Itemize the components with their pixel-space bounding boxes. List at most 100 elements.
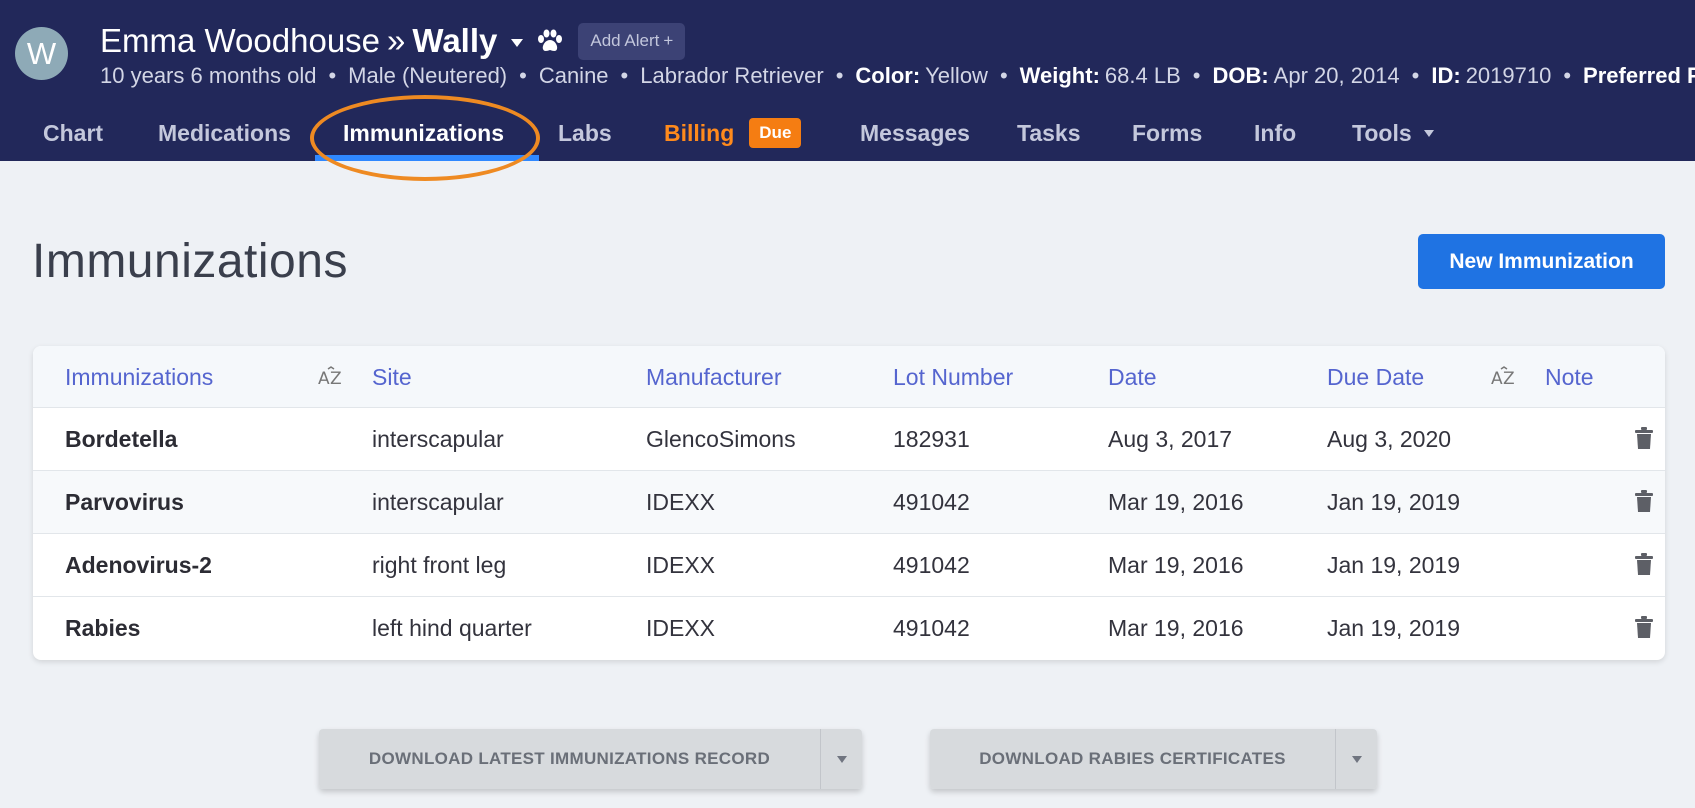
- download-rabies-group: DOWNLOAD RABIES CERTIFICATES: [930, 729, 1377, 789]
- patient-header: W Emma Woodhouse » Wally Add Alert + 10 …: [0, 0, 1695, 161]
- patient-id: 2019710: [1465, 63, 1552, 88]
- col-header-due-date[interactable]: Due Date: [1327, 346, 1424, 408]
- cell-due-date: Jan 19, 2019: [1327, 552, 1461, 578]
- info-separator: •: [1563, 63, 1572, 88]
- add-alert-button[interactable]: Add Alert +: [578, 22, 686, 60]
- patient-info-row: 10 years 6 months old • Male (Neutered) …: [100, 62, 1695, 90]
- cell-site: left hind quarter: [372, 615, 532, 641]
- svg-text:A: A: [318, 369, 330, 388]
- tab-immunizations[interactable]: Immunizations: [343, 105, 504, 161]
- table-row[interactable]: Rabies left hind quarter IDEXX 491042 Ma…: [33, 597, 1665, 660]
- chevron-down-icon: [1423, 129, 1434, 137]
- immunizations-table: Immunizations A Z Site Manufacturer Lot …: [33, 346, 1665, 660]
- trash-icon[interactable]: [1635, 616, 1653, 639]
- tab-messages[interactable]: Messages: [860, 105, 970, 161]
- tab-billing[interactable]: Billing Due: [664, 105, 802, 161]
- svg-text:A: A: [1491, 369, 1503, 388]
- dob-label: DOB:: [1212, 63, 1269, 88]
- chevron-down-icon[interactable]: [511, 39, 524, 47]
- info-separator: •: [328, 63, 337, 88]
- table-header: Immunizations A Z Site Manufacturer Lot …: [33, 346, 1665, 408]
- color-label: Color:: [855, 63, 921, 88]
- paw-icon[interactable]: [537, 29, 563, 53]
- plus-icon: +: [663, 31, 674, 50]
- caret-down-icon: [836, 755, 847, 763]
- col-header-site[interactable]: Site: [372, 346, 412, 408]
- cell-manufacturer: IDEXX: [646, 615, 716, 641]
- svg-text:Z: Z: [330, 369, 342, 388]
- cell-site: interscapular: [372, 426, 504, 452]
- cell-manufacturer: IDEXX: [646, 489, 716, 515]
- cell-lot-number: 182931: [893, 426, 970, 452]
- info-separator: •: [1411, 63, 1420, 88]
- title-separator: »: [387, 22, 406, 59]
- download-rabies-certificates-button[interactable]: DOWNLOAD RABIES CERTIFICATES: [930, 729, 1336, 789]
- cell-date: Mar 19, 2016: [1108, 552, 1244, 578]
- cell-manufacturer: IDEXX: [646, 552, 716, 578]
- trash-icon[interactable]: [1635, 553, 1653, 576]
- active-tab-indicator: [315, 155, 539, 161]
- cell-immunization: Rabies: [65, 615, 141, 641]
- col-header-note[interactable]: Note: [1545, 346, 1594, 408]
- patient-species: Canine: [538, 63, 609, 88]
- table-row[interactable]: Adenovirus-2 right front leg IDEXX 49104…: [33, 534, 1665, 597]
- download-latest-immunizations-button[interactable]: DOWNLOAD LATEST IMMUNIZATIONS RECORD: [319, 729, 821, 789]
- pet-name[interactable]: Wally: [412, 22, 497, 60]
- cell-site: interscapular: [372, 489, 504, 515]
- tab-medications[interactable]: Medications: [158, 105, 291, 161]
- page-title: Immunizations: [32, 235, 348, 288]
- add-alert-label: Add Alert: [590, 31, 660, 50]
- info-separator: •: [519, 63, 527, 88]
- trash-icon[interactable]: [1635, 427, 1653, 450]
- caret-down-icon: [1351, 755, 1362, 763]
- owner-name[interactable]: Emma Woodhouse: [100, 22, 380, 60]
- download-options-dropdown[interactable]: [821, 729, 862, 789]
- patient-nav: Chart Medications Immunizations Labs Bil…: [0, 105, 1695, 161]
- billing-due-badge: Due: [749, 118, 802, 148]
- cell-due-date: Jan 19, 2019: [1327, 489, 1461, 515]
- trash-icon[interactable]: [1635, 490, 1653, 513]
- col-header-immunizations[interactable]: Immunizations: [65, 346, 213, 408]
- info-separator: •: [1192, 63, 1201, 88]
- tab-tasks[interactable]: Tasks: [1017, 105, 1081, 161]
- cell-lot-number: 491042: [893, 615, 970, 641]
- col-header-lot-number[interactable]: Lot Number: [893, 346, 1013, 408]
- col-header-manufacturer[interactable]: Manufacturer: [646, 346, 782, 408]
- new-immunization-button[interactable]: New Immunization: [1418, 234, 1665, 289]
- cell-date: Aug 3, 2017: [1108, 426, 1233, 452]
- tab-tools[interactable]: Tools: [1352, 105, 1434, 161]
- info-separator: •: [999, 63, 1008, 88]
- patient-title-row: Emma Woodhouse » Wally Add Alert +: [100, 18, 686, 64]
- cell-lot-number: 491042: [893, 489, 970, 515]
- cell-lot-number: 491042: [893, 552, 970, 578]
- patient-breed: Labrador Retriever: [640, 63, 824, 88]
- sort-az-icon[interactable]: A Z: [1491, 366, 1517, 388]
- weight-label: Weight:: [1019, 63, 1100, 88]
- patient-dob: Apr 20, 2014: [1273, 63, 1400, 88]
- info-separator: •: [835, 63, 844, 88]
- patient-age: 10 years 6 months old: [100, 63, 317, 88]
- tab-labs[interactable]: Labs: [558, 105, 612, 161]
- tab-billing-label: Billing: [664, 119, 735, 146]
- cell-immunization: Adenovirus-2: [65, 552, 212, 578]
- rabies-options-dropdown[interactable]: [1336, 729, 1377, 789]
- preferred-phone-label: Preferred Phone:: [1583, 63, 1695, 88]
- cell-immunization: Parvovirus: [65, 489, 184, 515]
- tab-info[interactable]: Info: [1254, 105, 1296, 161]
- patient-weight: 68.4 LB: [1104, 63, 1181, 88]
- patient-sex: Male (Neutered): [348, 63, 508, 88]
- patient-color: Yellow: [925, 63, 988, 88]
- tab-forms[interactable]: Forms: [1132, 105, 1202, 161]
- cell-manufacturer: GlencoSimons: [646, 426, 796, 452]
- id-label: ID:: [1431, 63, 1461, 88]
- table-row[interactable]: Parvovirus interscapular IDEXX 491042 Ma…: [33, 471, 1665, 534]
- cell-immunization: Bordetella: [65, 426, 178, 452]
- sort-az-icon[interactable]: A Z: [318, 366, 344, 388]
- table-row[interactable]: Bordetella interscapular GlencoSimons 18…: [33, 408, 1665, 471]
- tab-tools-label: Tools: [1352, 119, 1412, 146]
- info-separator: •: [620, 63, 629, 88]
- col-header-date[interactable]: Date: [1108, 346, 1157, 408]
- tab-chart[interactable]: Chart: [43, 105, 103, 161]
- patient-avatar: W: [15, 27, 68, 80]
- svg-text:Z: Z: [1503, 369, 1515, 388]
